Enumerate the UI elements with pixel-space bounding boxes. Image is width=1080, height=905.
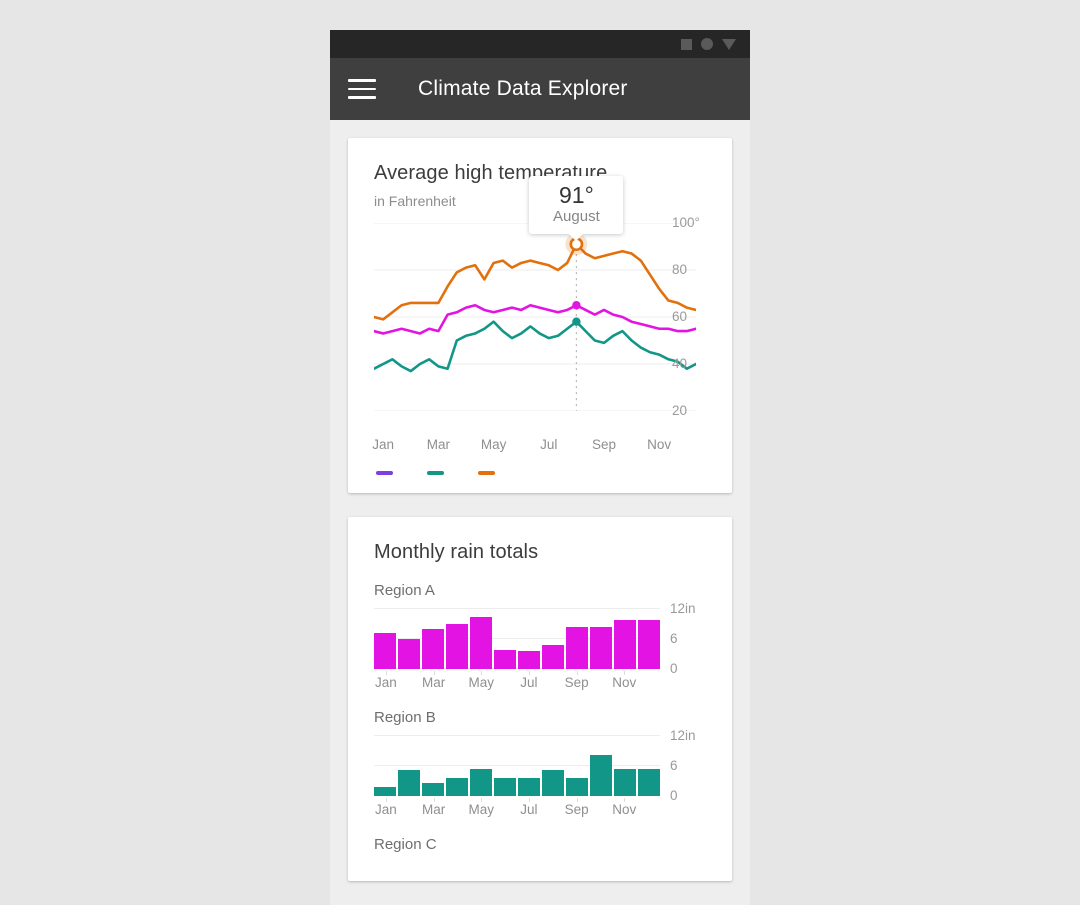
triangle-down-icon: [722, 38, 736, 50]
line-chart-x-tick: Nov: [647, 437, 672, 452]
line-chart-x-axis: Jan Mar May Jul Sep Nov: [372, 435, 706, 455]
phone-viewport: Climate Data Explorer Average high tempe…: [330, 30, 750, 905]
bar[interactable]: [470, 769, 492, 796]
bar-chart-x-tick: Jul: [520, 801, 538, 817]
bar[interactable]: [518, 777, 540, 796]
rain-card-title: Monthly rain totals: [374, 540, 539, 563]
legend-item-region-a[interactable]: [376, 471, 401, 475]
chart-tooltip: 91° August: [529, 176, 624, 242]
bar[interactable]: [374, 632, 396, 669]
bar[interactable]: [614, 768, 636, 796]
scroll-content[interactable]: Average high temperature in Fahrenheit 9…: [330, 120, 750, 905]
status-bar: [330, 30, 750, 58]
chart-legend: [374, 471, 706, 475]
bar[interactable]: [446, 624, 468, 669]
bar-chart-x-tick: Sep: [564, 801, 589, 817]
bar-chart-x-tick: Sep: [564, 674, 589, 690]
rain-region-a-label: Region A: [374, 581, 435, 599]
line-chart-plot: [374, 223, 696, 411]
rain-card: Monthly rain totals Region A 0 6 12in Jan Ma…: [348, 516, 732, 881]
rain-region-b-label: Region B: [374, 708, 436, 726]
bar[interactable]: [422, 782, 444, 796]
bar-chart-x-axis: Jan Mar May Jul Sep Nov: [374, 797, 660, 818]
circle-icon: [701, 38, 713, 50]
bar-chart-y-tick: 12in: [670, 600, 696, 616]
bar-chart-x-tick: Mar: [421, 801, 446, 817]
line-chart-y-tick: 40: [672, 356, 688, 371]
line-chart-x-tick: Jan: [372, 437, 395, 452]
bar-chart-x-tick: May: [468, 674, 495, 690]
line-chart-y-tick: 100°: [672, 215, 700, 230]
line-chart-y-tick: 20: [672, 403, 688, 418]
bar-chart-x-tick: Mar: [421, 674, 446, 690]
bar-chart-y-tick: 0: [670, 660, 678, 676]
bar-chart-x-tick: Jul: [520, 674, 538, 690]
bar-chart-y-tick: 6: [670, 630, 678, 646]
legend-item-region-c[interactable]: [478, 471, 503, 475]
bar[interactable]: [614, 619, 636, 669]
bar-chart-x-tick: Jan: [375, 674, 397, 690]
bar[interactable]: [422, 628, 444, 669]
bar[interactable]: [638, 768, 660, 796]
bar[interactable]: [398, 769, 420, 796]
bar-chart-y-tick: 0: [670, 787, 678, 803]
rain-region-a-bar-chart[interactable]: 0 6 12in Jan Mar May Jul Sep Nov: [374, 601, 706, 691]
bar[interactable]: [446, 777, 468, 796]
bar[interactable]: [518, 650, 540, 669]
bar-chart-y-axis: 0 6 12in: [660, 728, 706, 818]
temperature-line-chart[interactable]: 91° August 20 40 60 80 100°: [374, 176, 706, 433]
bar-chart-x-tick: Nov: [612, 674, 637, 690]
bar[interactable]: [398, 639, 420, 669]
tooltip-value: 91°: [559, 182, 594, 209]
bar[interactable]: [638, 619, 660, 669]
bar[interactable]: [590, 626, 612, 669]
bar-chart-y-axis: 0 6 12in: [660, 601, 706, 691]
bar[interactable]: [590, 754, 612, 796]
bar[interactable]: [374, 787, 396, 796]
bar-chart-y-tick: 6: [670, 757, 678, 773]
legend-swatch-icon: [478, 471, 495, 475]
line-chart-x-tick: May: [480, 437, 507, 452]
bar-chart-plot: [374, 607, 660, 669]
legend-item-region-b[interactable]: [427, 471, 452, 475]
bar[interactable]: [542, 770, 564, 796]
bar-chart-x-axis: Jan Mar May Jul Sep Nov: [374, 670, 660, 691]
bar-group: [374, 736, 660, 796]
square-icon: [681, 38, 692, 50]
screen: Climate Data Explorer Average high tempe…: [0, 0, 1080, 905]
bar[interactable]: [566, 777, 588, 796]
line-chart-y-tick: 80: [672, 262, 688, 277]
bar-chart-x-tick: Nov: [612, 801, 637, 817]
bar[interactable]: [494, 650, 516, 669]
legend-swatch-icon: [427, 471, 444, 475]
line-chart-y-tick: 60: [672, 309, 688, 324]
line-chart-x-tick: Sep: [591, 437, 617, 452]
rain-region-b-bar-chart[interactable]: 0 6 12in Jan Mar May Jul Sep Nov: [374, 728, 706, 818]
hamburger-menu-icon[interactable]: [348, 72, 382, 106]
bar-chart-x-tick: Jan: [375, 801, 397, 817]
bar-chart-plot: [374, 734, 660, 796]
legend-swatch-icon: [376, 471, 393, 475]
temperature-card: Average high temperature in Fahrenheit 9…: [348, 138, 732, 493]
page-title: Climate Data Explorer: [418, 77, 628, 100]
line-chart-x-tick: Mar: [426, 437, 451, 452]
line-chart-x-tick: Jul: [540, 437, 558, 452]
bar-chart-y-tick: 12in: [670, 727, 696, 743]
bar[interactable]: [542, 645, 564, 669]
bar-chart-x-tick: May: [468, 801, 495, 817]
bar[interactable]: [494, 777, 516, 796]
tooltip-label: August: [553, 208, 600, 226]
rain-region-c-label: Region C: [374, 835, 437, 853]
app-bar: Climate Data Explorer: [330, 58, 750, 120]
bar[interactable]: [566, 626, 588, 669]
bar[interactable]: [470, 617, 492, 669]
bar-group: [374, 609, 660, 669]
